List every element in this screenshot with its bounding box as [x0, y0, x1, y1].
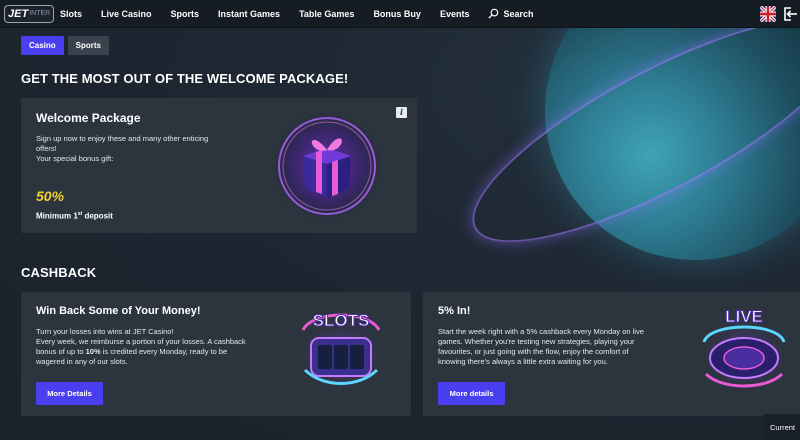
- slots-line-4: wagered in any of our slots.: [36, 357, 128, 366]
- slots-machine-icon: SLOTS: [295, 311, 387, 388]
- slots-more-details-button[interactable]: More Details: [36, 382, 103, 405]
- search-label: Search: [503, 8, 534, 19]
- live-cashback-card: 5% In! Start the week right with a 5% ca…: [423, 292, 800, 416]
- min-pre: Minimum 1: [36, 211, 78, 221]
- nav-sports[interactable]: Sports: [171, 9, 200, 19]
- nav-events[interactable]: Events: [440, 9, 470, 19]
- tab-casino[interactable]: Casino: [21, 36, 64, 55]
- uk-flag-icon[interactable]: [760, 6, 776, 22]
- minimum-deposit-label: Minimum 1st deposit: [36, 211, 113, 221]
- nav-instant-games[interactable]: Instant Games: [218, 9, 280, 19]
- nav-live-casino[interactable]: Live Casino: [101, 9, 152, 19]
- bonus-percent: 50%: [36, 188, 65, 204]
- welcome-card-title: Welcome Package: [36, 111, 141, 125]
- info-icon[interactable]: i: [396, 107, 407, 118]
- slots-line-3-bold: 10%: [85, 347, 101, 356]
- gift-box-icon: [273, 112, 381, 220]
- min-post: deposit: [82, 211, 113, 221]
- slots-badge-text: SLOTS: [313, 311, 370, 330]
- welcome-heading: GET THE MOST OUT OF THE WELCOME PACKAGE!: [21, 71, 349, 86]
- live-line-1: Start the week right with a 5% cashback …: [438, 327, 644, 336]
- live-roulette-icon: LIVE: [698, 307, 790, 390]
- slots-line-2: Every week, we reimburse a portion of yo…: [36, 337, 246, 346]
- welcome-package-card: Welcome Package Sign up now to enjoy the…: [21, 98, 417, 233]
- slots-line-3: bonus of up to 10% is credited every Mon…: [36, 347, 227, 357]
- logo-main-text: JET: [8, 7, 29, 20]
- slots-line-1: Turn your losses into wins at JET Casino…: [36, 327, 174, 336]
- nav-bonus-buy[interactable]: Bonus Buy: [373, 9, 421, 19]
- welcome-line-3: Your special bonus gift:: [36, 154, 114, 163]
- main-nav: Slots Live Casino Sports Instant Games T…: [60, 8, 534, 19]
- slots-cashback-card: Win Back Some of Your Money! Turn your l…: [21, 292, 411, 416]
- logout-icon[interactable]: [782, 6, 798, 22]
- top-navigation-bar: JET INTER Slots Live Casino Sports Insta…: [0, 0, 800, 28]
- cashback-heading: CASHBACK: [21, 265, 97, 280]
- logo-sub-text: INTER: [29, 10, 51, 17]
- slots-line-3-pre: bonus of up to: [36, 347, 86, 356]
- nav-slots[interactable]: Slots: [60, 9, 82, 19]
- live-line-3: favourites, or just going with the flow,…: [438, 347, 629, 356]
- welcome-line-2: offers!: [36, 144, 57, 153]
- nav-table-games[interactable]: Table Games: [299, 9, 354, 19]
- current-tab-label[interactable]: Current: [764, 414, 800, 440]
- live-card-title: 5% In!: [438, 305, 471, 317]
- search-icon: [488, 8, 499, 19]
- live-line-4: knowing there's always a little extra wa…: [438, 357, 608, 366]
- live-badge-text: LIVE: [725, 307, 763, 326]
- main-content: Casino Sports GET THE MOST OUT OF THE WE…: [0, 28, 800, 440]
- live-more-details-button[interactable]: More details: [438, 382, 505, 405]
- slots-card-title: Win Back Some of Your Money!: [36, 305, 201, 317]
- jetinter-logo[interactable]: JET INTER: [4, 4, 54, 23]
- welcome-line-1: Sign up now to enjoy these and many othe…: [36, 134, 209, 143]
- slots-line-3-post: is credited every Monday, ready to be: [100, 347, 228, 356]
- live-line-2: games. Whether you're testing new strate…: [438, 337, 635, 346]
- search-button[interactable]: Search: [488, 8, 534, 19]
- tab-sports[interactable]: Sports: [67, 36, 110, 55]
- category-tabs: Casino Sports: [21, 36, 113, 55]
